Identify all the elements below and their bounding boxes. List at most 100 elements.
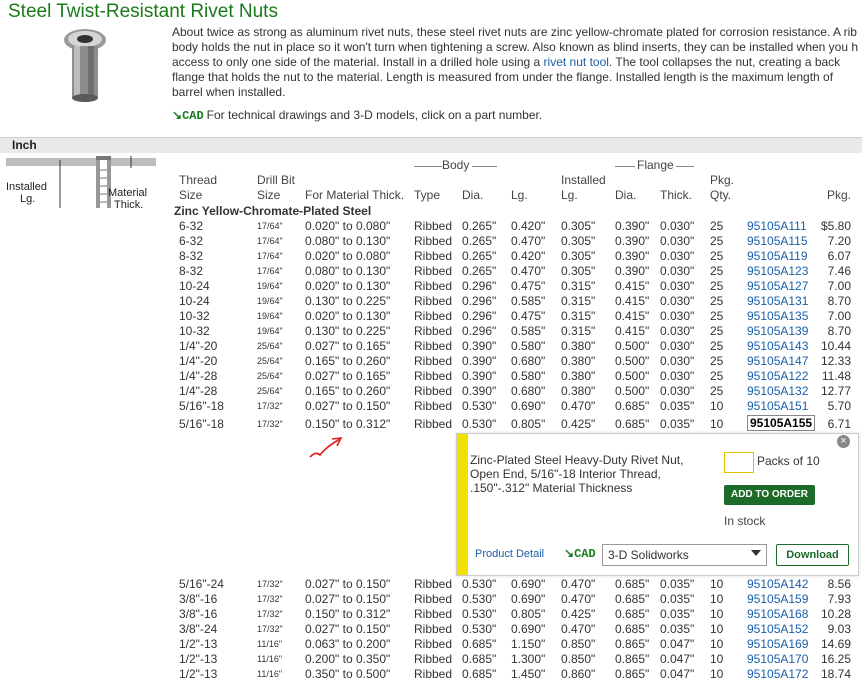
part-number-link[interactable]: 95105A172 (747, 667, 808, 681)
flange-thick: 0.030" (660, 354, 695, 368)
part-number-link[interactable]: 95105A111 (747, 219, 807, 233)
material-thick: 0.080" to 0.130" (305, 234, 391, 248)
part-number-link[interactable]: 95105A170 (747, 652, 808, 666)
pkg-price: $5.80 (820, 219, 851, 233)
cad-format-value: 3-D Solidworks (608, 548, 689, 562)
quantity-input[interactable] (724, 452, 754, 473)
body-dia: 0.530" (462, 577, 497, 591)
type: Ribbed (414, 354, 453, 368)
col-thread-size: Thread Size (179, 173, 218, 202)
table-row: 8-32 17/64" 0.080" to 0.130" Ribbed 0.265" 0.… (0, 264, 862, 279)
flange-thick: 0.035" (660, 417, 695, 431)
table-row: 5/16"-18 17/32" 0.150" to 0.312" Ribbed 0.53… (0, 415, 862, 432)
installed-lg: 0.470" (561, 592, 596, 606)
type: Ribbed (414, 234, 453, 248)
body-lg: 0.690" (511, 592, 546, 606)
rivet-nut-tool-link[interactable]: rivet nut tool (544, 55, 609, 69)
installed-lg: 0.315" (561, 309, 596, 323)
body-dia: 0.390" (462, 384, 497, 398)
flange-group-header: Flange (637, 158, 674, 172)
flange-group-line-right (676, 166, 694, 167)
thread-size: 1/4"-28 (179, 384, 218, 398)
part-number-link[interactable]: 95105A139 (747, 324, 808, 338)
thread-size: 3/8"-16 (179, 607, 218, 621)
part-number-link[interactable]: 95105A155 (747, 415, 816, 431)
drill-size: 17/32" (257, 401, 283, 411)
product-detail-link[interactable]: Product Detail (475, 548, 544, 560)
part-number-link[interactable]: 95105A152 (747, 622, 808, 636)
thread-size: 8-32 (179, 264, 204, 278)
part-number-link[interactable]: 95105A122 (747, 369, 808, 383)
body-lg: 0.420" (511, 249, 546, 263)
body-dia: 0.265" (462, 249, 497, 263)
part-number-link[interactable]: 95105A143 (747, 339, 808, 353)
cad-format-select[interactable]: 3-D Solidworks (602, 544, 767, 566)
material-thick: 0.150" to 0.312" (305, 417, 391, 431)
order-popup: × Zinc-Plated Steel Heavy-Duty Rivet Nut… (456, 433, 859, 576)
thread-size: 10-24 (179, 279, 210, 293)
drill-size: 17/32" (257, 609, 283, 619)
pkg-qty: 25 (710, 309, 724, 323)
part-number-link[interactable]: 95105A169 (747, 637, 808, 651)
product-description: About twice as strong as aluminum rivet … (172, 25, 859, 99)
type: Ribbed (414, 399, 453, 413)
section-bar (0, 137, 862, 153)
table-row: 3/8"-16 17/32" 0.150" to 0.312" Ribbed 0.530… (0, 607, 862, 622)
pkg-price: 11.48 (821, 369, 851, 383)
flange-thick: 0.030" (660, 369, 695, 383)
part-number-link[interactable]: 95105A127 (747, 279, 808, 293)
flange-group-line-left (615, 166, 635, 167)
drill-size: 19/64" (257, 326, 283, 336)
part-number-link[interactable]: 95105A135 (747, 309, 808, 323)
thread-size: 3/8"-16 (179, 592, 218, 606)
part-number-link[interactable]: 95105A151 (747, 399, 808, 413)
thread-size: 1/4"-20 (179, 339, 218, 353)
table-row: 3/8"-16 17/32" 0.027" to 0.150" Ribbed 0.530… (0, 592, 862, 607)
part-number-link[interactable]: 95105A142 (747, 577, 808, 591)
type: Ribbed (414, 577, 453, 591)
installed-lg: 0.305" (561, 234, 596, 248)
body-group-header: Body (442, 158, 470, 172)
type: Ribbed (414, 637, 453, 651)
part-number-link[interactable]: 95105A119 (747, 249, 808, 263)
pkg-price: 7.20 (827, 234, 851, 248)
add-to-order-button[interactable]: ADD TO ORDER (724, 485, 815, 505)
pkg-price: 8.56 (827, 577, 851, 591)
material-thick: 0.027" to 0.150" (305, 592, 391, 606)
material-thick: 0.020" to 0.080" (305, 219, 391, 233)
close-icon[interactable]: × (837, 435, 850, 448)
flange-dia: 0.500" (615, 384, 650, 398)
part-number-link[interactable]: 95105A131 (747, 294, 808, 308)
drill-size: 25/64" (257, 356, 283, 366)
body-lg: 0.680" (511, 384, 546, 398)
material-thick: 0.027" to 0.165" (305, 339, 391, 353)
type: Ribbed (414, 652, 453, 666)
drill-size: 17/32" (257, 624, 283, 634)
flange-thick: 0.030" (660, 384, 695, 398)
body-dia: 0.530" (462, 622, 497, 636)
part-number-link[interactable]: 95105A159 (747, 592, 808, 606)
part-number-link[interactable]: 95105A115 (747, 234, 808, 248)
pkg-qty: 10 (710, 592, 724, 606)
type: Ribbed (414, 384, 453, 398)
drill-size: 17/64" (257, 251, 283, 261)
part-number-link[interactable]: 95105A132 (747, 384, 808, 398)
pkg-price: 9.03 (827, 622, 851, 636)
type: Ribbed (414, 279, 453, 293)
body-lg: 1.150" (511, 637, 546, 651)
type: Ribbed (414, 324, 453, 338)
body-dia: 0.296" (462, 324, 497, 338)
col-pkg-qty: Pkg. Qty. (710, 173, 735, 202)
installed-lg: 0.850" (561, 637, 596, 651)
download-button[interactable]: Download (776, 544, 849, 566)
thread-size: 10-32 (179, 309, 210, 323)
flange-dia: 0.865" (615, 667, 650, 681)
body-lg: 0.680" (511, 354, 546, 368)
body-lg: 0.585" (511, 294, 546, 308)
page-title: Steel Twist-Resistant Rivet Nuts (8, 1, 278, 22)
part-number-link[interactable]: 95105A123 (747, 264, 808, 278)
part-number-link[interactable]: 95105A168 (747, 607, 808, 621)
part-number-link[interactable]: 95105A147 (747, 354, 808, 368)
col-flange-thick: Thick. (660, 188, 693, 202)
rivet-nut-diagram: Installed Lg. Material Thick. (6, 156, 156, 211)
